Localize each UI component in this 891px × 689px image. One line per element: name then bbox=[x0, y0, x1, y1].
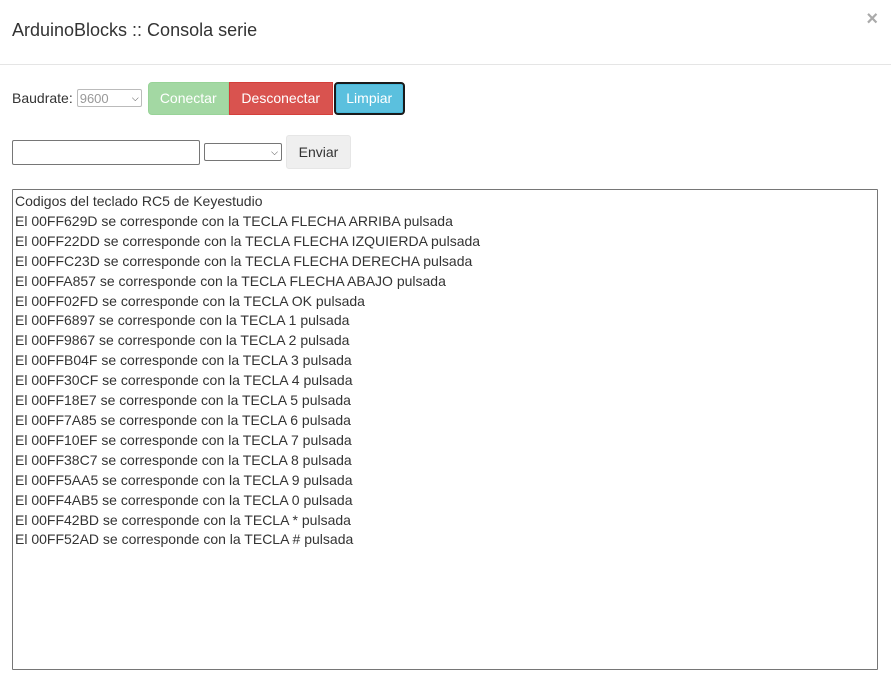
console-line: El 00FF6897 se corresponde con la TECLA … bbox=[15, 312, 350, 329]
clear-button[interactable]: Limpiar bbox=[333, 81, 405, 115]
console-line: El 00FF30CF se corresponde con la TECLA … bbox=[15, 372, 353, 389]
console-line: El 00FF629D se corresponde con la TECLA … bbox=[15, 212, 453, 229]
disconnect-button[interactable]: Desconectar bbox=[228, 81, 333, 115]
line-ending-select[interactable]: ⌵ bbox=[204, 143, 282, 161]
console-line: Codigos del teclado RC5 de Keyestudio bbox=[15, 193, 263, 209]
console-line: El 00FF52AD se corresponde con la TECLA … bbox=[15, 531, 354, 548]
serial-console-output[interactable]: Codigos del teclado RC5 de Keyestudio El … bbox=[12, 189, 878, 670]
connection-toolbar: Baudrate: 9600 ⌵ Conectar Desconectar Li… bbox=[12, 81, 405, 115]
console-line: El 00FF02FD se corresponde con la TECLA … bbox=[15, 292, 365, 309]
console-line: El 00FF22DD se corresponde con la TECLA … bbox=[15, 232, 481, 249]
connect-button[interactable]: Conectar bbox=[147, 81, 229, 115]
console-line: El 00FFA857 se corresponde con la TECLA … bbox=[15, 272, 446, 289]
console-line: El 00FF38C7 se corresponde con la TECLA … bbox=[15, 451, 352, 468]
send-toolbar: ⌵ Enviar bbox=[12, 135, 351, 169]
close-icon[interactable]: × bbox=[866, 8, 878, 30]
baudrate-value: 9600 bbox=[79, 90, 109, 106]
send-input[interactable] bbox=[12, 139, 200, 165]
modal-title: ArduinoBlocks :: Consola serie bbox=[12, 20, 258, 40]
chevron-down-icon: ⌵ bbox=[271, 146, 278, 157]
send-button[interactable]: Enviar bbox=[286, 135, 351, 169]
modal-header: ArduinoBlocks :: Consola serie × bbox=[0, 0, 891, 65]
console-line: El 00FF10EF se corresponde con la TECLA … bbox=[15, 431, 352, 448]
baudrate-label: Baudrate: bbox=[12, 90, 73, 106]
console-line: El 00FF5AA5 se corresponde con la TECLA … bbox=[15, 471, 353, 488]
chevron-down-icon: ⌵ bbox=[131, 92, 139, 103]
console-line: El 00FF4AB5 se corresponde con la TECLA … bbox=[15, 491, 353, 508]
console-line: El 00FFB04F se corresponde con la TECLA … bbox=[15, 352, 352, 369]
console-line: El 00FF42BD se corresponde con la TECLA … bbox=[15, 511, 351, 528]
console-line: El 00FFC23D se corresponde con la TECLA … bbox=[15, 252, 473, 269]
baudrate-select[interactable]: 9600 ⌵ bbox=[76, 89, 142, 107]
console-line: El 00FF18E7 se corresponde con la TECLA … bbox=[15, 392, 351, 409]
console-line: El 00FF9867 se corresponde con la TECLA … bbox=[15, 332, 350, 349]
console-line: El 00FF7A85 se corresponde con la TECLA … bbox=[15, 411, 351, 428]
